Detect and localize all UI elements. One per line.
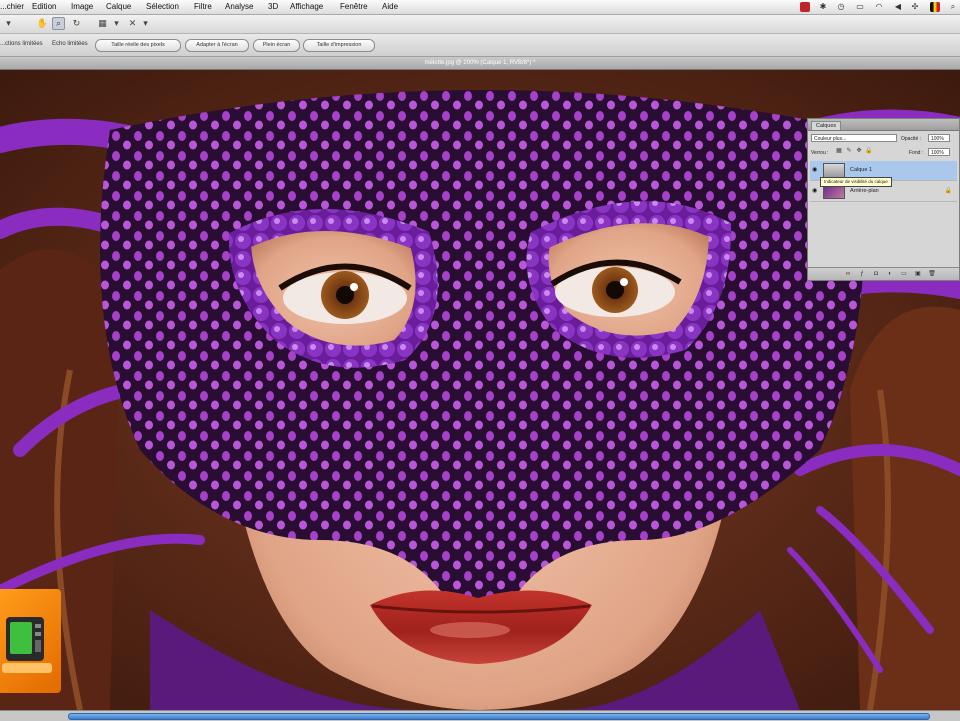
menu-image[interactable]: Image (71, 2, 93, 11)
menu-aide[interactable]: Aide (382, 2, 398, 11)
arrange-documents-icon[interactable]: ▦ (96, 17, 109, 30)
new-group-icon[interactable]: ▭ (900, 270, 908, 278)
full-screen-button[interactable]: Plein écran (253, 39, 300, 52)
menu-3d[interactable]: 3D (268, 2, 278, 11)
chevron-down-icon[interactable]: ▾ (139, 17, 152, 30)
opacity-label: Opacité : (901, 136, 922, 142)
zoom-preset-icon[interactable]: ▾ (2, 17, 15, 30)
panel-footer: ∞ ƒ ◘ ◐ ▭ ▣ 🗑 (808, 267, 959, 280)
menu-selection[interactable]: Sélection (146, 2, 179, 11)
layer-mask-icon[interactable]: ◘ (872, 270, 880, 278)
menu-fichier[interactable]: ...chier (0, 2, 24, 11)
trash-icon[interactable]: 🗑 (928, 270, 936, 278)
scrollbar-thumb[interactable] (68, 713, 930, 720)
tv-icon (2, 617, 52, 673)
lock-label: Verrou : (811, 150, 829, 156)
channel-logo (0, 589, 61, 693)
fill-field[interactable]: 100% (928, 148, 950, 156)
lock-transparency-icon[interactable]: ▦ (835, 147, 843, 155)
screen-mode-icon[interactable]: ✕ (126, 17, 139, 30)
wifi-icon[interactable]: ◠ (874, 2, 884, 12)
layer-name[interactable]: Calque 1 (850, 167, 872, 173)
horizontal-scrollbar[interactable] (0, 710, 960, 721)
menu-filtre[interactable]: Filtre (194, 2, 212, 11)
eye-icon[interactable]: ◉ (812, 167, 819, 174)
chevron-down-icon[interactable]: ▾ (110, 17, 123, 30)
menu-fenetre[interactable]: Fenêtre (340, 2, 368, 11)
new-layer-icon[interactable]: ▣ (914, 270, 922, 278)
time-machine-icon[interactable]: ◷ (836, 2, 846, 12)
zoom-tool-icon[interactable]: ⌕ (52, 17, 65, 30)
panel-header: Calques (808, 119, 959, 131)
sync-icon[interactable]: ✣ (910, 2, 920, 12)
option-label: Echo limitées (52, 41, 88, 47)
menu-analyse[interactable]: Analyse (225, 2, 253, 11)
fill-label: Fond : (909, 150, 924, 156)
fit-screen-button[interactable]: Adapter à l'écran (185, 39, 249, 52)
rotate-view-icon[interactable]: ↻ (70, 17, 83, 30)
link-layers-icon[interactable]: ∞ (844, 270, 852, 278)
hand-tool-icon[interactable]: ✋ (36, 17, 49, 30)
layer-name[interactable]: Arrière-plan (850, 188, 879, 194)
lock-all-icon[interactable]: 🔒 (865, 147, 873, 155)
status-icon[interactable] (800, 2, 810, 12)
eye-icon[interactable]: ◉ (812, 188, 819, 195)
document-tab[interactable]: mélotte.jpg @ 200% (Calque 1, RVB/8*) * (0, 57, 960, 70)
layers-panel: Calques Couleur plus... Opacité : 100% V… (807, 118, 960, 281)
blend-mode-select[interactable]: Couleur plus... (811, 134, 897, 142)
tool-options-bar: ...ctions limitées Echo limitées Taille … (0, 34, 960, 57)
tooltip: Indicateur de visibilité du calque (820, 177, 892, 187)
option-label: ...ctions limitées (0, 41, 43, 47)
menu-bar: ...chier Edition Image Calque Sélection … (0, 0, 960, 15)
adjustment-layer-icon[interactable]: ◐ (886, 270, 894, 278)
menu-calque[interactable]: Calque (106, 2, 131, 11)
opacity-field[interactable]: 100% (928, 134, 950, 142)
menu-edition[interactable]: Edition (32, 2, 56, 11)
volume-icon[interactable]: ◀ (893, 2, 903, 12)
tab-layers[interactable]: Calques (811, 121, 842, 130)
application-bar: ▾ ✋ ⌕ ↻ ▦ ▾ ✕ ▾ (0, 15, 960, 34)
menu-affichage[interactable]: Affichage (290, 2, 323, 11)
lock-pixels-icon[interactable]: ✎ (845, 147, 853, 155)
layer-thumbnail (823, 163, 845, 178)
bluetooth-icon[interactable]: ✱ (818, 2, 828, 12)
layer-style-icon[interactable]: ƒ (858, 270, 866, 278)
language-flag-icon[interactable] (930, 2, 940, 12)
print-size-button[interactable]: Taille d'impression (303, 39, 375, 52)
lock-position-icon[interactable]: ✥ (855, 147, 863, 155)
lock-icon: 🔒 (944, 188, 952, 194)
display-icon[interactable]: ▭ (855, 2, 865, 12)
spotlight-icon[interactable]: ⌕ (948, 2, 958, 12)
actual-pixels-button[interactable]: Taille réelle des pixels (95, 39, 181, 52)
